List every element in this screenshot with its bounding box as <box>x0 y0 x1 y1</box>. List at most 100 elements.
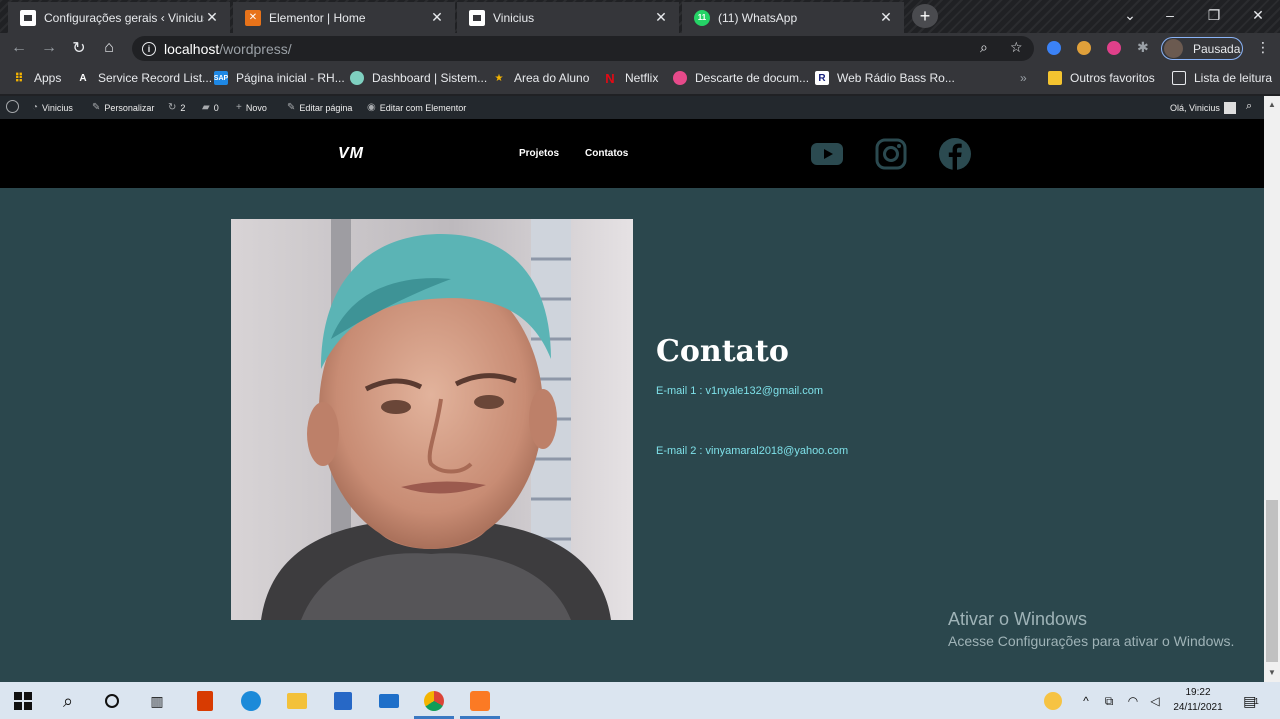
bookmark-netflix[interactable]: N Netflix <box>603 70 658 86</box>
site-info-icon[interactable]: i <box>142 41 156 56</box>
wp-admin-bar: ◔ Vinicius ✎ Personalizar ↻ 2 ▰ 0 + Novo ✎ Edi… <box>0 96 1264 119</box>
home-icon[interactable]: ⌂ <box>98 37 120 59</box>
whatsapp-favicon-icon: 11 <box>694 9 710 26</box>
browser-toolbar: ← → ↻ ⌂ i localhost/wordpress/ ⌕ ☆ ✱ Pau… <box>0 33 1280 64</box>
wp-edit-elementor[interactable]: ◉ Editar com Elementor <box>367 102 466 113</box>
cortana-icon[interactable] <box>99 688 125 714</box>
bookmark-apps[interactable]: ⠿ Apps <box>12 71 61 85</box>
avatar <box>1164 39 1183 58</box>
wp-new[interactable]: + Novo <box>236 102 267 113</box>
search-icon[interactable]: ⌕ <box>55 688 81 714</box>
comment-icon: ▰ <box>202 102 210 113</box>
reload-icon[interactable]: ↻ <box>68 37 90 59</box>
windows-taskbar: ⌕ ▥ ^ ⧉ ◠ ◁ 19:22 24/11/2021 ▤ 1 <box>0 682 1280 719</box>
site-logo[interactable]: VM <box>338 145 364 163</box>
xampp-icon[interactable] <box>467 688 493 714</box>
zoom-icon[interactable]: ⌕ <box>980 39 988 56</box>
bookmark-descarte[interactable]: Descarte de docum... <box>673 71 809 85</box>
windows-start-icon[interactable] <box>10 688 36 714</box>
bookmark-service-record[interactable]: A Service Record List... <box>76 71 212 85</box>
brush-icon: ✎ <box>92 102 101 113</box>
email-2[interactable]: E-mail 2 : vinyamaral2018@yahoo.com <box>656 445 848 457</box>
windows-activation-title: Ativar o Windows <box>948 609 1088 629</box>
address-bar[interactable]: i localhost/wordpress/ <box>132 36 1034 61</box>
close-tab-icon[interactable]: ✕ <box>878 9 894 26</box>
bookmark-pagina-inicial[interactable]: SAP Página inicial - RH... <box>214 71 345 85</box>
bookmark-area-aluno[interactable]: ★ Area do Aluno <box>492 71 590 85</box>
back-arrow-icon[interactable]: ← <box>8 37 30 59</box>
profile-photo <box>231 219 633 620</box>
elementor-icon: ◉ <box>367 102 376 113</box>
extension-pink-icon[interactable] <box>1107 41 1121 55</box>
meet-now-icon[interactable]: ⧉ <box>1096 688 1122 714</box>
other-bookmarks-folder[interactable]: Outros favoritos <box>1048 71 1155 85</box>
wordpress-favicon-icon <box>469 9 485 26</box>
new-tab-button[interactable]: + <box>912 4 938 28</box>
facebook-icon[interactable] <box>938 137 972 171</box>
edge-icon[interactable] <box>238 688 264 714</box>
extension-blue-icon[interactable] <box>1047 41 1061 55</box>
bookmark-a-icon: A <box>79 72 87 84</box>
profile-label: Pausada <box>1193 41 1241 56</box>
tab-vinicius[interactable]: Vinicius ✕ <box>457 2 679 33</box>
tab-elementor[interactable]: ✕ Elementor | Home ✕ <box>233 2 455 33</box>
bookmark-web-radio[interactable]: R Web Rádio Bass Ro... <box>815 71 955 85</box>
close-tab-icon[interactable]: ✕ <box>429 9 445 26</box>
notifications-icon[interactable]: ▤ 1 <box>1238 688 1264 714</box>
tab-title: Elementor | Home <box>269 10 366 25</box>
contact-section: Contato E-mail 1 : v1nyale132@gmail.com … <box>0 188 1264 682</box>
extension-owl-icon[interactable] <box>1077 41 1091 55</box>
tab-search-icon[interactable]: ⌄ <box>1110 0 1150 30</box>
scroll-down-icon[interactable]: ▼ <box>1268 668 1276 677</box>
apps-grid-icon: ⠿ <box>14 71 24 85</box>
netflix-icon: N <box>605 70 615 86</box>
store-icon[interactable] <box>330 688 356 714</box>
youtube-icon[interactable] <box>810 137 844 171</box>
bookmark-dashboard[interactable]: Dashboard | Sistem... <box>350 71 487 85</box>
bookmarks-overflow-button[interactable]: » <box>1020 71 1027 85</box>
tab-whatsapp[interactable]: 11 (11) WhatsApp ✕ <box>682 2 904 33</box>
wp-updates[interactable]: ↻ 2 <box>168 102 185 113</box>
tab-title: Vinicius <box>493 10 535 25</box>
volume-muted-icon[interactable]: ◁ <box>1142 688 1168 714</box>
wordpress-logo-icon[interactable] <box>6 100 19 113</box>
office-icon[interactable] <box>192 688 218 714</box>
wp-customize[interactable]: ✎ Personalizar <box>92 102 154 113</box>
close-tab-icon[interactable]: ✕ <box>653 9 669 26</box>
wordpress-favicon-icon <box>20 9 36 26</box>
minimize-button[interactable]: – <box>1150 0 1190 30</box>
wp-search-icon[interactable]: ⌕ <box>1246 100 1252 113</box>
weather-icon[interactable] <box>1040 688 1066 714</box>
menu-kebab-icon[interactable]: ⋮ <box>1256 39 1270 56</box>
profile-button[interactable]: Pausada <box>1161 37 1243 60</box>
scroll-up-icon[interactable]: ▲ <box>1268 100 1276 109</box>
tab-configuracoes[interactable]: Configurações gerais ‹ Vinicius — ✕ <box>8 2 230 33</box>
tab-strip: Configurações gerais ‹ Vinicius — ✕ ✕ El… <box>0 0 1280 33</box>
forward-arrow-icon[interactable]: → <box>38 37 60 59</box>
sap-icon: SAP <box>214 71 228 85</box>
system-clock[interactable]: 19:22 24/11/2021 <box>1170 685 1226 715</box>
cloud-icon <box>350 71 364 85</box>
wp-site-name[interactable]: ◔ Vinicius <box>32 102 73 113</box>
mail-icon[interactable] <box>376 688 402 714</box>
clock-date: 24/11/2021 <box>1173 702 1223 713</box>
wp-edit-page[interactable]: ✎ Editar página <box>287 102 352 113</box>
wp-comments[interactable]: ▰ 0 <box>202 102 219 113</box>
close-tab-icon[interactable]: ✕ <box>204 9 220 26</box>
descarte-icon <box>673 71 687 85</box>
wp-account[interactable]: Olá, Vinicius <box>1170 102 1236 114</box>
task-view-icon[interactable]: ▥ <box>144 688 170 714</box>
restore-button[interactable]: ❐ <box>1194 0 1234 30</box>
contact-title: Contato <box>656 334 789 369</box>
email-1[interactable]: E-mail 1 : v1nyale132@gmail.com <box>656 385 823 397</box>
close-window-button[interactable]: ✕ <box>1238 0 1278 30</box>
scrollbar-thumb[interactable] <box>1266 500 1278 662</box>
file-explorer-icon[interactable] <box>284 688 310 714</box>
bookmark-star-icon[interactable]: ☆ <box>1010 39 1023 56</box>
nav-projetos[interactable]: Projetos <box>519 148 559 159</box>
extensions-puzzle-icon[interactable]: ✱ <box>1137 39 1149 56</box>
instagram-icon[interactable] <box>874 137 908 171</box>
chrome-icon[interactable] <box>421 688 447 714</box>
reading-list[interactable]: Lista de leitura <box>1172 71 1272 85</box>
nav-contatos[interactable]: Contatos <box>585 148 628 159</box>
